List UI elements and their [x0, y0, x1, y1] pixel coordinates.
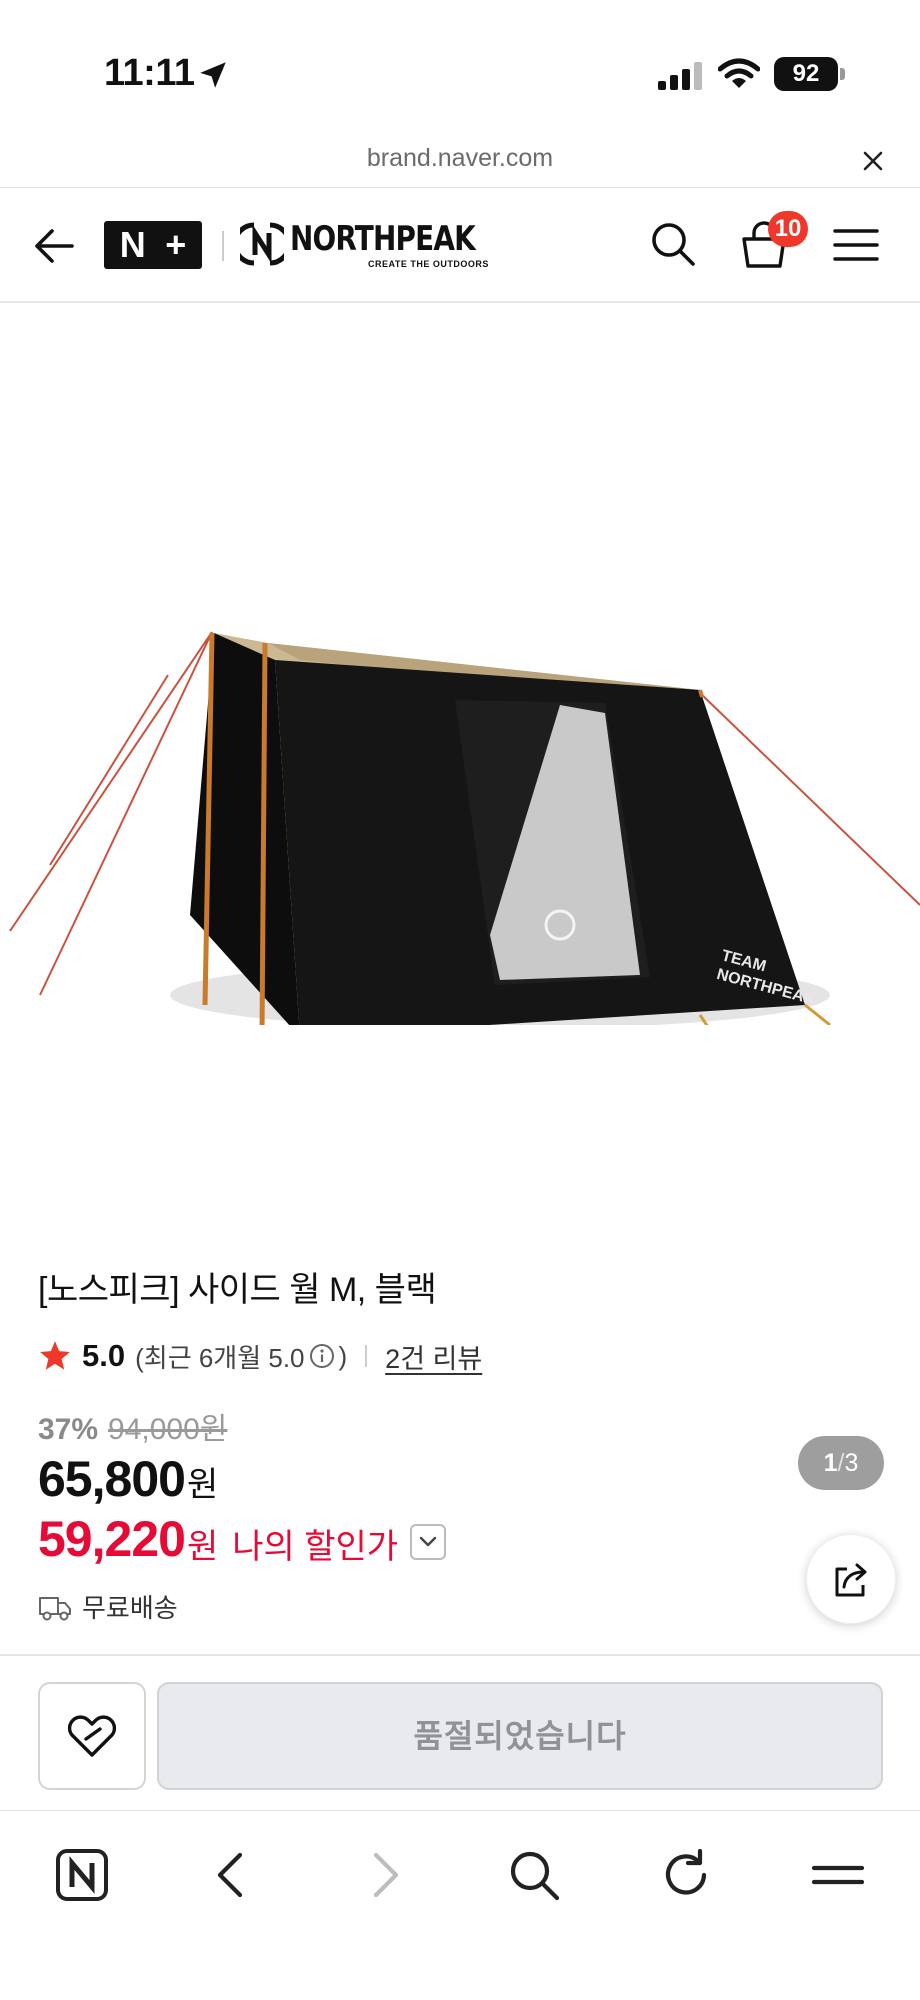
browser-search-icon[interactable] [504, 1845, 564, 1905]
reload-icon[interactable] [656, 1845, 716, 1905]
url-text[interactable]: brand.naver.com [0, 144, 920, 173]
wishlist-button[interactable] [38, 1682, 146, 1790]
cellular-signal-icon [658, 62, 702, 90]
brand-name[interactable]: NORTHPEAK [290, 219, 476, 259]
shipping-row: 무료배송 [38, 1588, 178, 1625]
image-counter: 1/3 [798, 1436, 884, 1490]
recent-rating: (최근 6개월 5.0 ) [135, 1338, 347, 1375]
browser-forward-icon[interactable] [354, 1845, 414, 1905]
star-icon [40, 1341, 70, 1370]
image-counter-total: 3 [844, 1449, 859, 1477]
search-icon[interactable] [648, 219, 698, 269]
image-counter-current: 1 [823, 1449, 838, 1477]
sale-price: 65,800 [38, 1451, 186, 1507]
info-icon[interactable] [309, 1343, 335, 1369]
wifi-icon [718, 58, 760, 88]
battery-indicator: 92 [774, 57, 838, 91]
site-header: N + NORTHPEAK CREATE THE OUTDOORS 10 [0, 189, 920, 303]
rating-row: 5.0 (최근 6개월 5.0 ) 2건 리뷰 [38, 1336, 482, 1376]
share-icon [835, 1563, 867, 1597]
rating-divider [365, 1345, 368, 1367]
my-discount-price: 59,220 [38, 1511, 186, 1567]
product-title: [노스피크] 사이드 월 M, 블랙 [38, 1271, 437, 1309]
nplus-logo-plus: + [165, 224, 187, 265]
northpeak-mark-icon[interactable] [240, 221, 284, 267]
purchase-bar: 품절되었습니다 [0, 1654, 920, 1810]
heart-icon [67, 1715, 117, 1757]
delivery-truck-icon [39, 1596, 71, 1620]
chevron-down-icon [419, 1536, 437, 1547]
battery-tip [840, 68, 845, 80]
url-bar[interactable]: brand.naver.com [0, 140, 920, 188]
browser-menu-icon[interactable] [808, 1845, 868, 1905]
price-row: 65,800 원 [38, 1450, 218, 1508]
review-count-link[interactable]: 2건 리뷰 [385, 1337, 482, 1376]
cart-count-badge: 10 [768, 211, 808, 247]
tent-product-image: TEAM NORTHPEAK [9, 631, 920, 1025]
my-discount-price-label: 나의 할인가 [232, 1527, 399, 1566]
my-discount-price-unit: 원 [186, 1527, 219, 1566]
discount-row: 37% 94,000원 [38, 1404, 227, 1448]
logo-divider [222, 231, 224, 261]
rating-score: 5.0 [82, 1338, 126, 1373]
naver-home-icon[interactable] [52, 1845, 112, 1905]
my-discount-price-row: 59,220 원 나의 할인가 [38, 1510, 447, 1568]
shipping-label: 무료배송 [82, 1593, 178, 1623]
browser-toolbar [0, 1810, 920, 2000]
close-icon[interactable] [858, 146, 888, 176]
product-image-gallery[interactable]: TEAM NORTHPEAK 1/3 [0, 305, 920, 1490]
share-button[interactable] [806, 1534, 896, 1624]
sale-price-unit: 원 [186, 1466, 219, 1504]
discount-details-toggle[interactable] [410, 1524, 447, 1560]
status-bar: 11:11 92 [0, 0, 920, 140]
back-arrow-icon[interactable] [32, 223, 78, 269]
recent-rating-close: ) [338, 1340, 348, 1371]
original-price: 94,000원 [108, 1413, 228, 1446]
status-time: 11:11 [104, 52, 195, 94]
nplus-logo-n: N [119, 224, 146, 265]
recent-rating-text: (최근 6개월 5.0 [135, 1342, 305, 1373]
hamburger-menu-icon[interactable] [832, 225, 880, 265]
naver-plus-logo[interactable]: N + [104, 221, 202, 269]
location-arrow-icon [200, 62, 226, 88]
browser-back-icon[interactable] [202, 1845, 262, 1905]
discount-rate: 37% [38, 1413, 99, 1446]
sold-out-button[interactable]: 품절되었습니다 [157, 1682, 883, 1790]
brand-tagline: CREATE THE OUTDOORS [368, 259, 489, 269]
